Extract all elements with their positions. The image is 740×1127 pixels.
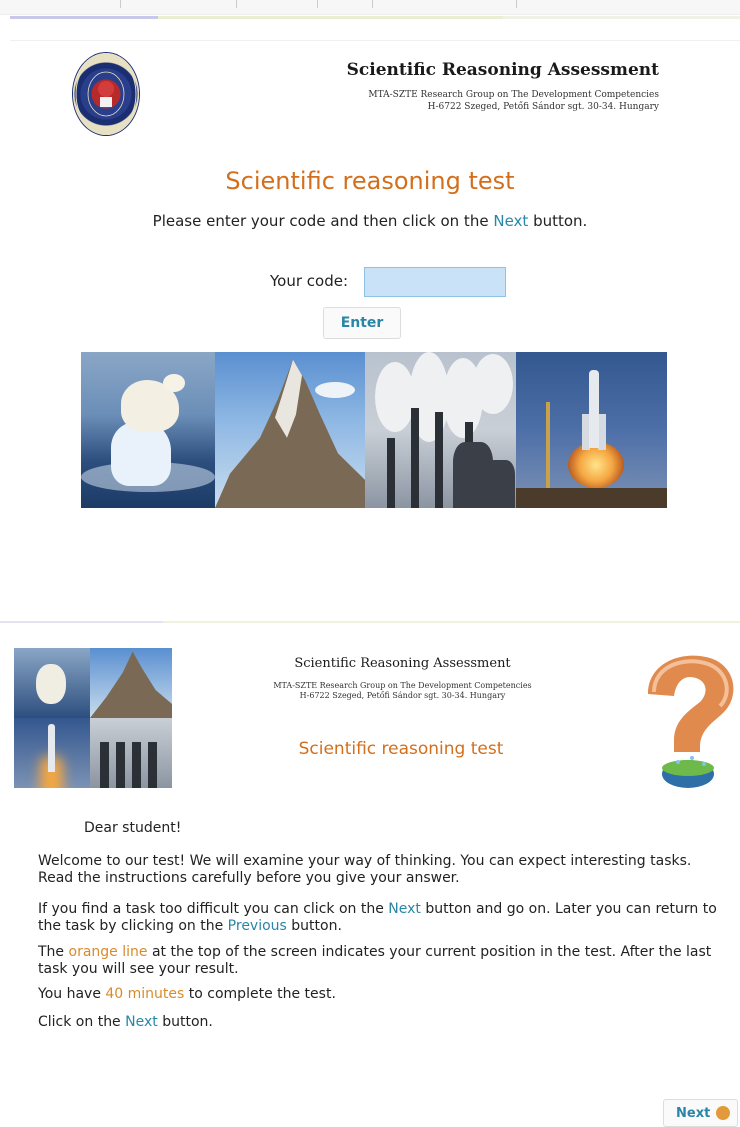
navigation-paragraph: If you find a task too difficult you can…: [38, 901, 726, 935]
top-browser-strip: [0, 0, 740, 15]
instruction-text-end: button.: [533, 212, 588, 230]
time-highlight: 40 minutes: [105, 986, 185, 1002]
page-title: Scientific reasoning test: [225, 167, 515, 195]
intro-paragraph: Welcome to our test! We will examine you…: [38, 853, 692, 886]
enter-button[interactable]: Enter: [323, 307, 401, 339]
rocket-launch-image: [516, 352, 667, 508]
next-link-text: Next: [388, 901, 421, 917]
paragraph-text: button.: [291, 918, 342, 934]
arrow-right-icon: [716, 1106, 731, 1120]
instruction-text: Please enter your code and then click on…: [152, 212, 489, 230]
next-button[interactable]: Next: [663, 1099, 738, 1127]
paragraph-text: button.: [162, 1014, 213, 1030]
paragraph-text: If you find a task too difficult you can…: [38, 901, 384, 917]
orange-line-highlight: orange line: [68, 944, 148, 960]
code-label: Your code:: [270, 272, 349, 290]
next-link-text: Next: [125, 1014, 158, 1030]
progress-paragraph: The orange line at the top of the screen…: [38, 944, 726, 978]
screen-divider: [0, 621, 740, 623]
header-subtitle: MTA-SZTE Research Group on The Developme…: [368, 90, 659, 100]
polar-bear-image: [81, 352, 215, 508]
greeting: Dear student!: [84, 820, 182, 836]
code-input[interactable]: [364, 267, 506, 297]
previous-link-text: Previous: [227, 918, 287, 934]
header-divider: [10, 40, 740, 41]
chimneys-image: [365, 352, 516, 508]
top-progress-line: [10, 16, 740, 19]
topic-banner: [81, 352, 667, 508]
header-address: H-6722 Szeged, Petőfi Sándor sgt. 30-34.…: [427, 102, 659, 112]
next-button-label: Next: [676, 1105, 711, 1121]
next-paragraph: Click on the Next button.: [38, 1014, 726, 1031]
paragraph-text: to complete the test.: [188, 986, 336, 1002]
time-paragraph: You have 40 minutes to complete the test…: [38, 986, 726, 1003]
paragraph-text: You have: [38, 986, 101, 1002]
question-mark-icon: [628, 644, 740, 794]
mountain-image: [215, 352, 365, 508]
paragraph-text: Click on the: [38, 1014, 121, 1030]
header-title: Scientific Reasoning Assessment: [346, 60, 659, 80]
academy-seal-icon: [73, 53, 139, 135]
instruction-next-link: Next: [493, 212, 529, 230]
login-instruction: Please enter your code and then click on…: [0, 212, 740, 230]
paragraph-text: The: [38, 944, 65, 960]
